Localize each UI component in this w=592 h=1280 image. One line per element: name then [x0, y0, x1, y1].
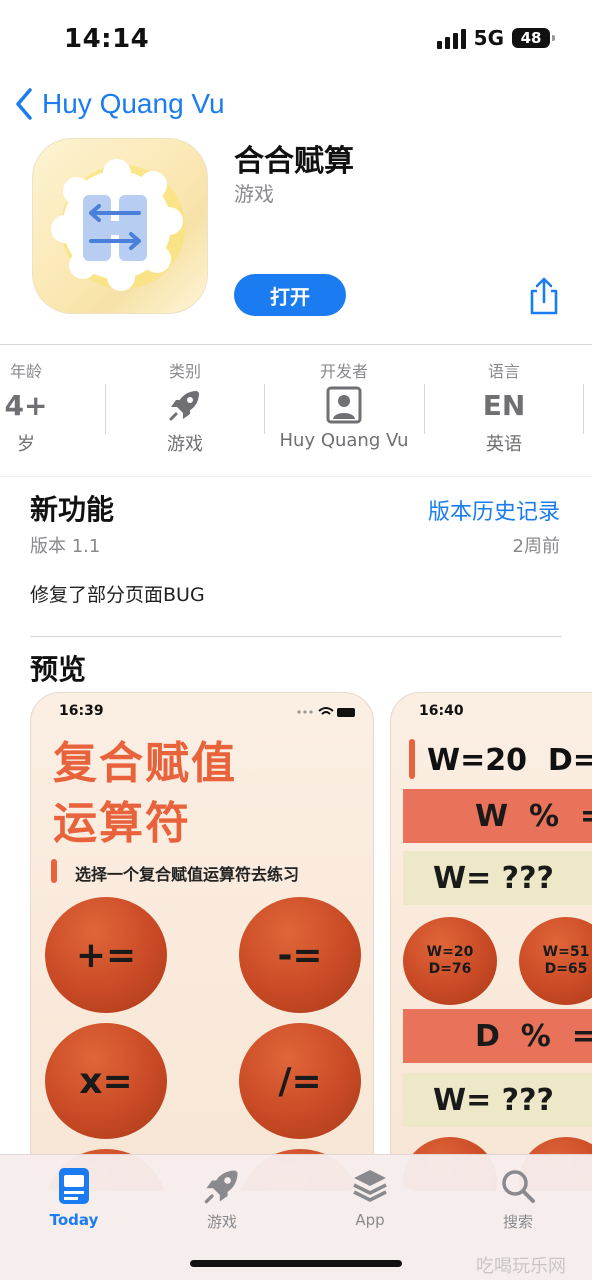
status-icons [297, 707, 355, 717]
info-language: 语言 EN 英语 [444, 358, 564, 468]
watermark: 吃喝玩乐网 [476, 1256, 566, 1277]
accent-bar [51, 859, 57, 883]
screenshot-title-line1: 复合赋值 [53, 738, 237, 789]
info-row[interactable]: 年龄 4+ 岁 类别 游戏 开发者 Huy Quang Vu 语言 EN 英语 [0, 358, 592, 468]
info-language-key: 语言 [487, 362, 520, 381]
divider [0, 344, 592, 345]
app-category: 游戏 [234, 182, 274, 206]
info-age-value: 4+ [4, 388, 48, 422]
tab-games[interactable]: 游戏 [172, 1165, 272, 1232]
info-age-key: 年龄 [9, 362, 42, 381]
answer-circle: W=51 D=65 [519, 917, 592, 1005]
screenshot-prompt: 选择一个复合赋值运算符去练习 [75, 865, 300, 884]
preview-screenshot-1[interactable]: 16:39 复合赋值 运算符 选择一个复合赋值运算符去练习 += -= x= /… [30, 692, 374, 1192]
question-band: W= ??? [403, 851, 592, 905]
signal-icon [436, 27, 466, 49]
battery-icon: 48 [512, 28, 555, 48]
share-icon[interactable] [526, 276, 562, 316]
answer-d: D=76 [428, 961, 472, 977]
operator-circle: -= [239, 897, 361, 1013]
tab-search[interactable]: 搜索 [468, 1165, 568, 1232]
today-icon [24, 1165, 124, 1207]
info-language-sub: 英语 [486, 434, 522, 455]
network-type: 5G [473, 26, 504, 50]
separator [424, 384, 425, 434]
release-notes: 修复了部分页面BUG [30, 584, 205, 606]
info-developer-key: 开发者 [319, 362, 368, 381]
screenshot-header: W=20 D=7 [427, 743, 592, 778]
separator [583, 384, 584, 434]
info-developer: 开发者 Huy Quang Vu [274, 358, 414, 468]
accent-bar [409, 739, 415, 779]
separator [105, 384, 106, 434]
tab-search-label: 搜索 [502, 1213, 533, 1231]
release-date: 2周前 [512, 536, 560, 557]
status-time: 14:14 [64, 24, 150, 54]
preview-screenshot-2[interactable]: 16:40 W=20 D=7 W % = W= ??? W=20 D=76 W=… [390, 692, 592, 1192]
screenshot-time: 16:39 [59, 703, 104, 719]
divider [30, 636, 562, 637]
version-history-link[interactable]: 版本历史记录 [428, 494, 560, 526]
status-right: 5G 48 [436, 26, 555, 50]
info-category-key: 类别 [168, 362, 201, 381]
screenshot-time: 16:40 [419, 703, 464, 719]
rocket-icon [125, 380, 245, 430]
info-developer-sub: Huy Quang Vu [279, 430, 409, 451]
info-language-value: EN [482, 388, 526, 422]
search-icon [468, 1165, 568, 1207]
battery-level: 48 [520, 29, 542, 47]
back-button[interactable]: Huy Quang Vu [12, 86, 225, 122]
chevron-left-icon [16, 88, 32, 120]
answer-w: W=51 [542, 944, 590, 960]
open-button[interactable]: 打开 [234, 274, 346, 316]
equation-band: D % = [403, 1009, 592, 1063]
tab-apps[interactable]: App [320, 1165, 420, 1229]
separator [264, 384, 265, 434]
status-bar: 14:14 5G 48 [0, 0, 592, 80]
info-age-sub: 岁 [17, 434, 35, 455]
operator-circle: x= [45, 1023, 167, 1139]
answer-w: W=20 [426, 944, 474, 960]
app-stack-icon [320, 1165, 420, 1207]
equation-band: W % = [403, 789, 592, 843]
screenshot-title-line2: 运算符 [53, 798, 191, 849]
info-category: 类别 游戏 [125, 358, 245, 468]
tab-today[interactable]: Today [24, 1165, 124, 1229]
tab-apps-label: App [355, 1211, 385, 1229]
version-label: 版本 1.1 [30, 536, 101, 557]
tab-games-label: 游戏 [206, 1213, 237, 1231]
info-category-sub: 游戏 [167, 434, 203, 455]
app-icon [32, 138, 208, 314]
app-title: 合合赋算 [234, 144, 354, 179]
tab-today-label: Today [49, 1211, 99, 1229]
answer-circle: W=20 D=76 [403, 917, 497, 1005]
operator-circle: += [45, 897, 167, 1013]
developer-person-icon [274, 380, 414, 430]
divider [0, 476, 592, 477]
info-age: 年龄 4+ 岁 [0, 358, 86, 468]
operator-circle: /= [239, 1023, 361, 1139]
home-indicator[interactable] [190, 1260, 402, 1267]
whats-new-title: 新功能 [30, 493, 115, 526]
app-logo-graphic [51, 159, 185, 291]
question-band: W= ??? [403, 1073, 592, 1127]
preview-title: 预览 [30, 653, 87, 686]
rocket-icon [172, 1165, 272, 1207]
answer-d: D=65 [544, 961, 588, 977]
back-label: Huy Quang Vu [42, 88, 225, 119]
